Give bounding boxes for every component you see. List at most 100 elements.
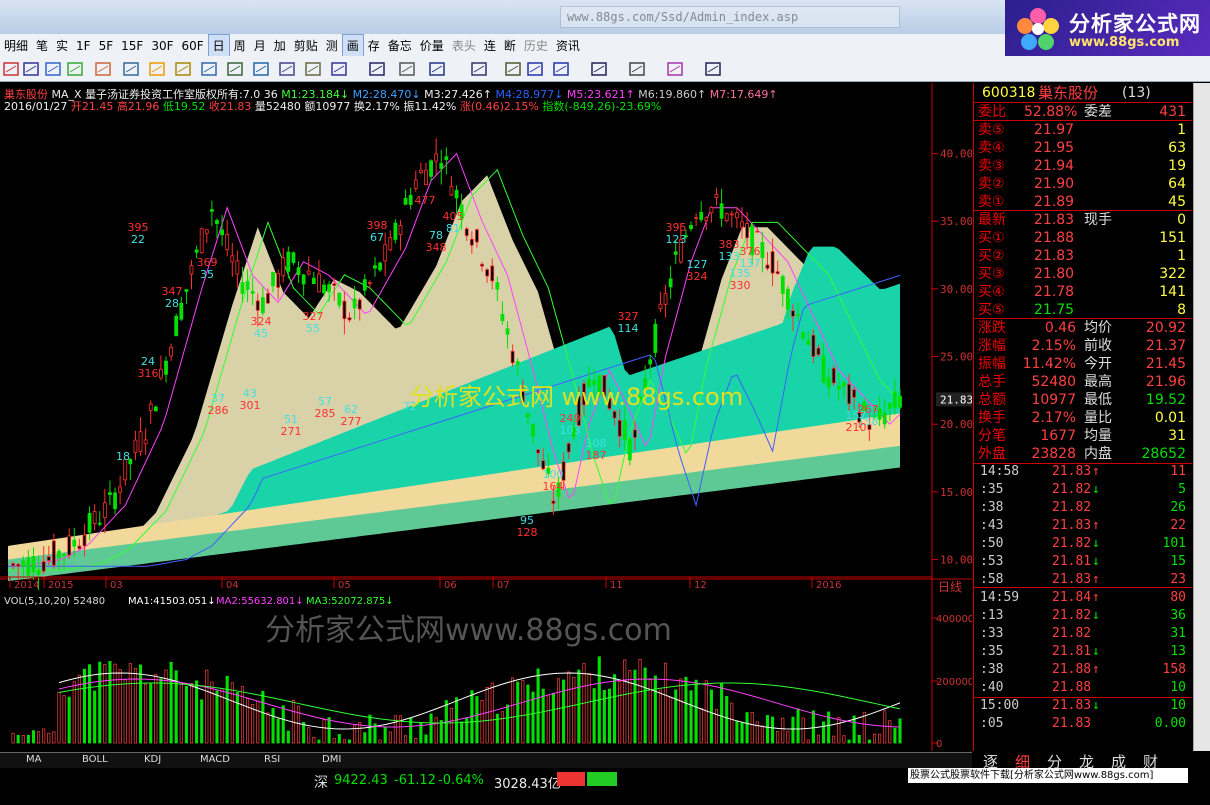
- bid-volume: 8: [1177, 302, 1186, 318]
- handsize-label: 现手: [1084, 212, 1112, 228]
- candle-body: [62, 554, 66, 556]
- fan-icon[interactable]: [428, 60, 446, 78]
- candle-body: [291, 252, 296, 263]
- menu-item-20[interactable]: 断: [500, 35, 520, 57]
- menu-item-7[interactable]: 60F: [177, 35, 207, 57]
- peak-count-label: 114: [618, 322, 639, 335]
- indicator-tab-macd[interactable]: MACD: [200, 754, 230, 765]
- candle-body: [102, 502, 107, 519]
- menu-item-14[interactable]: 画: [341, 34, 364, 58]
- bar-amplitude: 振11.42%: [403, 100, 457, 113]
- grid-icon[interactable]: [2, 60, 20, 78]
- stat-value: 0.46: [1044, 320, 1076, 336]
- channel-icon[interactable]: [470, 60, 488, 78]
- volume-bar: [796, 708, 800, 744]
- volume-bar: [536, 668, 540, 744]
- text-icon[interactable]: [590, 60, 608, 78]
- menu-item-5[interactable]: 15F: [117, 35, 147, 57]
- scrollbar[interactable]: [1193, 83, 1210, 751]
- tick-time: :53: [980, 554, 1004, 569]
- arrow-up-icon: ↑: [1092, 590, 1100, 605]
- indicator-tab-kdj[interactable]: KDJ: [144, 754, 161, 765]
- menu-item-18[interactable]: 表头: [448, 35, 480, 57]
- bid-row: 买② 21.83 1: [974, 247, 1192, 265]
- menu-item-1[interactable]: 笔: [32, 35, 52, 57]
- indicator-tab-rsi[interactable]: RSI: [264, 754, 280, 765]
- menu-item-10[interactable]: 月: [250, 35, 270, 57]
- x-axis-label: 05: [338, 580, 351, 591]
- menu-item-15[interactable]: 存: [364, 35, 384, 57]
- volume-bar: [210, 681, 214, 744]
- menu-item-17[interactable]: 价量: [416, 35, 448, 57]
- trough-price-label: 324: [687, 270, 708, 283]
- ask-price: 21.94: [1034, 158, 1075, 174]
- line-icon[interactable]: [252, 60, 270, 78]
- cube-icon[interactable]: [66, 60, 84, 78]
- menu-item-8[interactable]: 日: [207, 34, 230, 58]
- circle-icon[interactable]: [552, 60, 570, 78]
- menu-item-0[interactable]: 明细: [0, 35, 32, 57]
- volume-bar: [541, 688, 545, 744]
- candle-body: [495, 282, 500, 290]
- copy-icon[interactable]: [44, 60, 62, 78]
- menu-item-12[interactable]: 剪贴: [290, 35, 322, 57]
- palette-icon[interactable]: [666, 60, 684, 78]
- menu-item-2[interactable]: 实: [52, 35, 72, 57]
- quote-panel: 600318 巢东股份 (13) 委比 52.88% 委差 431 卖⑤ 21.97 1 卖④ 21.…: [973, 83, 1193, 751]
- copy2-icon[interactable]: [628, 60, 646, 78]
- address-bar[interactable]: www.88gs.com/Ssd/Admin_index.asp: [560, 6, 900, 28]
- gear-icon[interactable]: [174, 60, 192, 78]
- candle-body: [403, 197, 408, 205]
- indicator-tab-dmi[interactable]: DMI: [322, 754, 341, 765]
- window-icon[interactable]: [278, 60, 296, 78]
- indicator-tabs: MA BOLL KDJ MACD RSI DMI: [0, 752, 972, 768]
- parallel-icon[interactable]: [504, 60, 522, 78]
- volume-bar: [215, 690, 219, 744]
- menu-item-11[interactable]: 加: [270, 35, 290, 57]
- dots-icon[interactable]: [398, 60, 416, 78]
- chart-area[interactable]: 40.00 35.00 30.00 25.00 20.00 15.00 10.00 21.83…: [0, 83, 974, 751]
- tick-row: :33 21.82 31: [974, 625, 1192, 643]
- menu-item-9[interactable]: 周: [230, 35, 250, 57]
- x-axis-label: 03: [110, 580, 123, 591]
- candlestick-chart[interactable]: 40.00 35.00 30.00 25.00 20.00 15.00 10.00 21.83…: [0, 83, 974, 751]
- menu-item-4[interactable]: 5F: [95, 35, 118, 57]
- menu-item-16[interactable]: 备忘: [384, 35, 416, 57]
- volume-bar: [154, 674, 158, 744]
- bid-volume: 322: [1159, 266, 1186, 282]
- menu-item-3[interactable]: 1F: [72, 35, 95, 57]
- menu-item-21[interactable]: 历史: [520, 35, 552, 57]
- trend-icon[interactable]: [200, 60, 218, 78]
- volume-bar: [368, 714, 372, 744]
- stat-value2: 21.96: [1145, 374, 1186, 390]
- save-icon[interactable]: [704, 60, 722, 78]
- ad-banner[interactable]: 股票公式股票软件下载[分析家公式网www.88gs.com]: [908, 768, 1188, 783]
- layers-icon[interactable]: [122, 60, 140, 78]
- arrow-down-icon: ↓: [1092, 536, 1100, 551]
- candle-body: [296, 267, 301, 276]
- candle-body: [408, 194, 413, 205]
- price-axis-label: 20.00: [940, 418, 972, 431]
- volume-bar: [179, 684, 183, 744]
- bar-high: 高21.96: [116, 100, 160, 113]
- candle-body: [220, 229, 224, 236]
- draw-line-icon[interactable]: [368, 60, 386, 78]
- menu-item-19[interactable]: 连: [480, 35, 500, 57]
- warning-icon[interactable]: [148, 60, 166, 78]
- indicator-tab-ma[interactable]: MA: [26, 754, 41, 765]
- candle-body: [515, 361, 520, 365]
- menu-item-22[interactable]: 资讯: [552, 35, 584, 57]
- list-icon[interactable]: [22, 60, 40, 78]
- indicator-tab-boll[interactable]: BOLL: [82, 754, 108, 765]
- tick-time: :38: [980, 662, 1004, 677]
- volume-bar: [521, 680, 525, 744]
- tick-row: :53 21.81 ↓ 15: [974, 553, 1192, 571]
- pen-icon[interactable]: [330, 60, 348, 78]
- rect-icon[interactable]: [526, 60, 544, 78]
- stat-value: 10977: [1031, 392, 1076, 408]
- menu-item-13[interactable]: 测: [322, 35, 342, 57]
- doc-icon[interactable]: [304, 60, 322, 78]
- table-icon[interactable]: [226, 60, 244, 78]
- chart-icon[interactable]: [94, 60, 112, 78]
- menu-item-6[interactable]: 30F: [147, 35, 177, 57]
